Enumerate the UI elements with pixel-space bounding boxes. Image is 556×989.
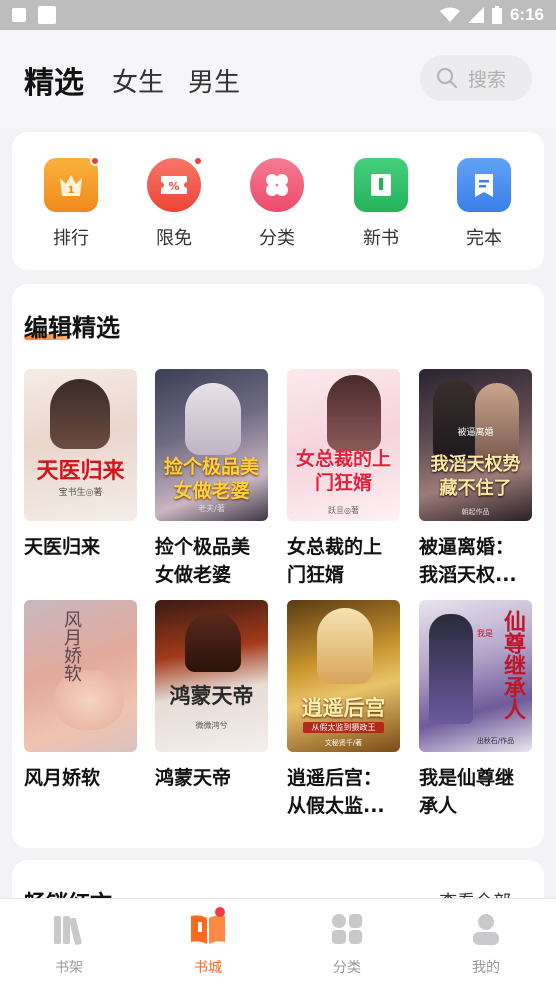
book-cover: 风月娇软	[24, 600, 137, 752]
cover-figure	[429, 614, 473, 724]
cover-figure	[317, 608, 373, 684]
notification-icon	[38, 6, 56, 24]
category-label: 完本	[466, 228, 502, 249]
book-title: 天医归来	[24, 536, 101, 558]
tab-female[interactable]: 女生	[112, 62, 164, 99]
cover-figure	[433, 379, 477, 459]
cover-figure	[475, 383, 519, 461]
cover-title: 捡个极品美女做老婆	[163, 456, 259, 502]
tab-profile[interactable]: 我的	[441, 909, 531, 977]
cover-title: 仙尊继承人	[500, 610, 526, 720]
category-ranking[interactable]: 1 排行	[31, 156, 111, 250]
cover-subtitle: 从假太监到摄政王	[303, 722, 384, 733]
clover-icon	[250, 158, 304, 212]
category-classify[interactable]: 分类	[237, 158, 317, 250]
book-title: 被逼离婚：我滔天权...	[419, 536, 517, 586]
tab-male[interactable]: 男生	[188, 62, 240, 99]
tab-bookshelf[interactable]: 书架	[24, 909, 114, 977]
section-title: 编辑精选	[24, 314, 120, 342]
cover-title: 风月娇软	[61, 610, 82, 682]
book-title: 我是仙尊继承人	[419, 767, 515, 817]
status-bar: 6:16	[0, 0, 556, 30]
wifi-icon	[439, 7, 460, 22]
category-label: 限免	[156, 228, 192, 249]
book-cover: 鸿蒙天帝 微微鸿兮	[155, 600, 268, 752]
cover-title: 天医归来	[36, 458, 125, 484]
category-label: 分类	[259, 228, 295, 249]
cover-title: 逍遥后宫	[301, 695, 386, 720]
signal-icon	[467, 7, 484, 23]
book-cover: 女总裁的上门狂婿 跃旦◎著	[287, 369, 400, 521]
book-title: 逍遥后宫：从假太监...	[287, 767, 385, 817]
clock: 6:16	[509, 5, 544, 24]
cover-author: 文秘贤千/著	[324, 739, 363, 747]
search-placeholder: 搜索	[468, 68, 507, 91]
cover-author: 老夫/著	[198, 504, 225, 513]
category-grid-icon	[332, 914, 362, 944]
finished-book-icon	[457, 158, 511, 212]
tab-label: 我的	[472, 960, 500, 976]
svg-text:1: 1	[68, 185, 75, 196]
cover-figure	[185, 383, 241, 455]
notification-icon	[12, 8, 26, 22]
cover-title: 我滔天权势藏不住了	[430, 454, 521, 499]
book-card[interactable]: 逍遥后宫 从假太监到摄政王 文秘贤千/著 逍遥后宫：从假太监...	[287, 600, 400, 820]
tab-bookstore[interactable]: 书城	[163, 907, 253, 977]
badge-dot	[215, 907, 225, 917]
book-cover: 被逼离婚 我滔天权势藏不住了 朝起作品	[419, 369, 532, 521]
cover-author: 微微鸿兮	[195, 721, 228, 730]
cover-figure	[50, 379, 110, 449]
category-label: 排行	[53, 228, 89, 249]
svg-text:%: %	[168, 180, 179, 193]
cover-author: 跃旦◎著	[328, 506, 359, 515]
ranking-icon: 1	[44, 156, 100, 212]
book-title: 捡个极品美女做老婆	[155, 536, 251, 586]
tab-label: 分类	[333, 960, 361, 976]
book-cover: 逍遥后宫 从假太监到摄政王 文秘贤千/著	[287, 600, 400, 752]
book-cover: 我是 仙尊继承人 出秋石/作品	[419, 600, 532, 752]
cover-figure	[327, 375, 381, 451]
book-card[interactable]: 我是 仙尊继承人 出秋石/作品 我是仙尊继承人	[419, 600, 532, 820]
book-cover: 捡个极品美女做老婆 老夫/著	[155, 369, 268, 521]
cover-badge: 被逼离婚	[457, 428, 494, 438]
category-new-books[interactable]: 新书	[341, 158, 421, 250]
top-header: 精选 女生 男生 搜索	[0, 30, 556, 128]
category-finished[interactable]: 完本	[444, 158, 524, 250]
book-card[interactable]: 鸿蒙天帝 微微鸿兮 鸿蒙天帝	[155, 600, 268, 792]
bookstore-icon	[191, 915, 225, 944]
cover-title: 鸿蒙天帝	[169, 683, 254, 708]
book-card[interactable]: 被逼离婚 我滔天权势藏不住了 朝起作品 被逼离婚：我滔天权...	[419, 369, 532, 589]
tab-label: 书城	[194, 960, 222, 976]
cover-figure	[185, 612, 241, 672]
cover-author: 出秋石/作品	[476, 737, 515, 745]
profile-icon	[473, 914, 499, 945]
category-shortcuts: 1 排行 % 限免 分类 新书 完本	[12, 132, 544, 270]
category-free[interactable]: % 限免	[134, 156, 214, 250]
book-title: 鸿蒙天帝	[155, 767, 232, 789]
cover-title: 女总裁的上门狂婿	[295, 448, 391, 494]
coupon-icon: %	[147, 156, 203, 212]
category-label: 新书	[363, 228, 399, 249]
book-card[interactable]: 女总裁的上门狂婿 跃旦◎著 女总裁的上门狂婿	[287, 369, 400, 589]
battery-icon	[491, 6, 502, 24]
cover-author: 宝书生◎著	[58, 488, 103, 498]
badge-dot	[193, 156, 203, 166]
badge-dot	[90, 156, 100, 166]
new-book-icon	[354, 158, 408, 212]
bottom-tab-bar: 书架 书城 分类 我的	[0, 898, 556, 989]
book-card[interactable]: 捡个极品美女做老婆 老夫/著 捡个极品美女做老婆	[155, 369, 268, 589]
editor-picks-section: 编辑精选 天医归来 宝书生◎著 天医归来 捡个极品美女做老婆 老夫/著 捡个极品…	[12, 284, 544, 848]
search-icon	[436, 67, 458, 89]
book-cover: 天医归来 宝书生◎著	[24, 369, 137, 521]
cover-author: 朝起作品	[461, 508, 490, 516]
book-card[interactable]: 天医归来 宝书生◎著 天医归来	[24, 369, 137, 561]
search-box[interactable]: 搜索	[420, 55, 532, 101]
tab-label: 书架	[55, 960, 83, 976]
tab-category[interactable]: 分类	[302, 909, 392, 977]
book-card[interactable]: 风月娇软 风月娇软	[24, 600, 137, 792]
book-title: 女总裁的上门狂婿	[287, 536, 383, 586]
tab-featured[interactable]: 精选	[24, 58, 84, 102]
bookshelf-icon	[54, 916, 82, 945]
book-title: 风月娇软	[24, 767, 101, 789]
